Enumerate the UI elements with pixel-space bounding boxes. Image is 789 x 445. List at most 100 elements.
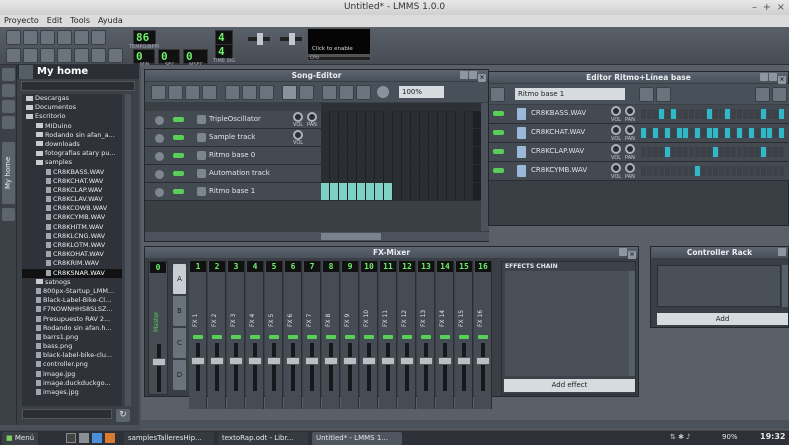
beat-step[interactable] — [731, 166, 736, 176]
pattern-cell[interactable] — [348, 111, 356, 128]
beat-step[interactable] — [749, 166, 754, 176]
mixer-bank-c[interactable]: C — [173, 328, 186, 358]
firefox-icon[interactable] — [105, 433, 115, 443]
pattern-cell[interactable] — [348, 129, 356, 146]
add-beat-icon[interactable] — [639, 87, 654, 102]
pattern-cell[interactable] — [456, 183, 464, 200]
fx-fader-track[interactable] — [348, 343, 352, 391]
fx-fader-knob[interactable] — [229, 357, 243, 365]
beat-step[interactable] — [683, 147, 688, 157]
fx-channel[interactable]: 10 FX 10 — [360, 261, 378, 409]
song-pattern-area[interactable] — [321, 111, 481, 128]
add-automation-track-icon[interactable] — [259, 85, 274, 100]
pattern-cell[interactable] — [357, 147, 365, 164]
start-menu-button[interactable]: ■ Menú — [2, 432, 39, 445]
pattern-cell[interactable] — [465, 129, 473, 146]
fx-mixer-icon[interactable] — [74, 48, 89, 63]
pattern-cell[interactable] — [330, 183, 338, 200]
close-icon[interactable]: × — [777, 0, 785, 15]
presets-icon[interactable] — [2, 116, 15, 129]
pattern-cell[interactable] — [375, 147, 383, 164]
fx-fader-track[interactable] — [424, 343, 428, 391]
pattern-cell[interactable] — [366, 183, 374, 200]
song-pattern-area[interactable] — [321, 129, 481, 146]
pattern-cell[interactable] — [384, 129, 392, 146]
task-samples[interactable]: samplesTalleresHip... — [124, 432, 214, 445]
maximize-icon[interactable]: + — [763, 0, 771, 15]
song-pattern-area[interactable] — [321, 183, 481, 200]
pattern-cell[interactable] — [438, 183, 446, 200]
pattern-cell[interactable] — [330, 147, 338, 164]
track-settings-icon[interactable] — [155, 170, 164, 179]
beat-editor-icon[interactable] — [23, 48, 38, 63]
beat-step[interactable] — [773, 166, 778, 176]
tree-item[interactable]: samples — [22, 158, 122, 167]
tree-item[interactable]: bass.png — [22, 342, 122, 351]
beat-step[interactable] — [701, 128, 706, 138]
pattern-cell[interactable] — [465, 183, 473, 200]
tree-item[interactable]: fotografias atary pu... — [22, 149, 122, 158]
beat-knob-vol[interactable] — [611, 163, 621, 173]
beat-step[interactable] — [755, 128, 760, 138]
pattern-cell[interactable] — [375, 129, 383, 146]
fx-channel[interactable]: 8 FX 8 — [322, 261, 340, 409]
beat-step[interactable] — [665, 166, 670, 176]
beat-step[interactable] — [719, 109, 724, 119]
pattern-cell[interactable] — [348, 147, 356, 164]
track-mute-led[interactable] — [173, 189, 184, 194]
tree-item[interactable]: Rodando sin afan.h... — [22, 324, 122, 333]
fx-fader-knob[interactable] — [419, 357, 433, 365]
fx-channel-mute-led[interactable] — [478, 335, 488, 339]
fx-channel-mute-led[interactable] — [307, 335, 317, 339]
track-name[interactable]: Ritmo base 0 — [209, 151, 255, 159]
beat-step[interactable] — [659, 128, 664, 138]
beat-editor-maximize-icon[interactable] — [769, 73, 777, 81]
add-effect-button[interactable]: Add effect — [504, 379, 635, 392]
beat-step[interactable] — [761, 166, 766, 176]
pattern-cell[interactable] — [420, 183, 428, 200]
pattern-cell[interactable] — [429, 183, 437, 200]
beat-step[interactable] — [773, 147, 778, 157]
beat-knob-pan[interactable] — [625, 163, 635, 173]
tree-item[interactable]: images.jpg — [22, 388, 122, 397]
pattern-cell[interactable] — [411, 183, 419, 200]
beat-step[interactable] — [737, 166, 742, 176]
fx-fader-track[interactable] — [215, 343, 219, 391]
beat-step[interactable] — [659, 109, 664, 119]
pattern-cell[interactable] — [429, 111, 437, 128]
fx-fader-knob[interactable] — [362, 357, 376, 365]
browser-search-input[interactable] — [21, 81, 135, 91]
beat-step[interactable] — [737, 109, 742, 119]
oscilloscope[interactable]: Click to enable — [307, 28, 371, 55]
remove-steps-icon[interactable] — [755, 87, 770, 102]
song-hscrollbar[interactable] — [145, 232, 489, 241]
tree-item[interactable]: CR8KBASS.WAV — [22, 168, 122, 177]
pattern-cell[interactable] — [393, 183, 401, 200]
song-editor-icon[interactable] — [6, 48, 21, 63]
add-beat-track-icon[interactable] — [225, 85, 240, 100]
beat-step[interactable] — [671, 166, 676, 176]
pattern-cell[interactable] — [456, 129, 464, 146]
pattern-cell[interactable] — [321, 183, 329, 200]
fx-fader-track[interactable] — [405, 343, 409, 391]
recent-projects-icon[interactable] — [57, 30, 72, 45]
knob-pan[interactable] — [307, 112, 317, 122]
tree-item[interactable]: MIDuino — [22, 122, 122, 131]
beat-track-name[interactable]: CR8KCYMB.WAV — [531, 166, 587, 174]
fx-fader-knob[interactable] — [305, 357, 319, 365]
pattern-cell[interactable] — [402, 147, 410, 164]
fx-channel[interactable]: 7 FX 7 — [303, 261, 321, 409]
fx-fader-track[interactable] — [443, 343, 447, 391]
beat-step[interactable] — [647, 166, 652, 176]
beat-step[interactable] — [743, 166, 748, 176]
pattern-cell[interactable] — [447, 183, 455, 200]
fx-channel[interactable]: 15 FX 15 — [455, 261, 473, 409]
stop-behaviour-icon[interactable] — [356, 85, 371, 100]
task-textorap[interactable]: textoRap.odt - Libr... — [218, 432, 308, 445]
pattern-cell[interactable] — [375, 111, 383, 128]
tree-item[interactable]: image.jpg — [22, 370, 122, 379]
record-play-icon[interactable] — [185, 85, 200, 100]
beat-step[interactable] — [683, 128, 688, 138]
add-sample-track-icon[interactable] — [242, 85, 257, 100]
piano-roll-icon[interactable] — [40, 48, 55, 63]
